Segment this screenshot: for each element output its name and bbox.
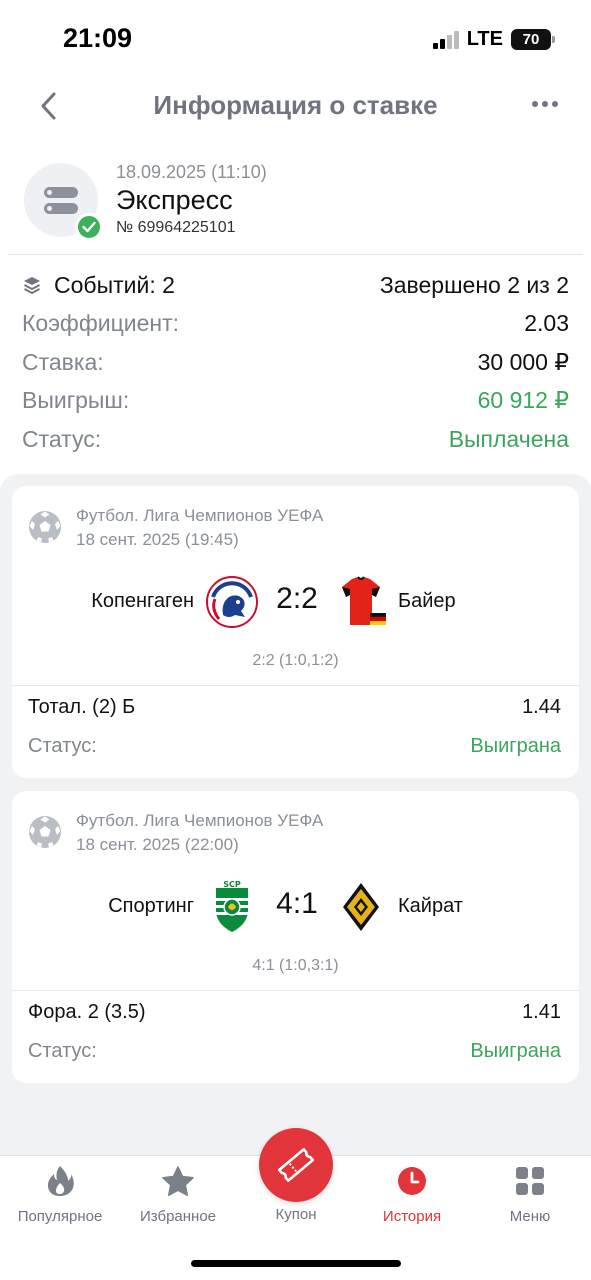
home-indicator bbox=[191, 1260, 401, 1267]
tab-label: История bbox=[382, 1208, 442, 1225]
win-row: Выигрыш: 60 912 ₽ bbox=[22, 382, 569, 421]
divider bbox=[12, 685, 579, 686]
event-status-label: Статус: bbox=[28, 735, 97, 757]
page-title: Информация о ставке bbox=[153, 90, 438, 120]
grid-icon bbox=[513, 1164, 547, 1198]
status-time: 21:09 bbox=[63, 23, 133, 53]
more-dots-icon bbox=[532, 101, 538, 107]
more-button[interactable] bbox=[527, 92, 563, 116]
bet-market: Тотал. (2) Б bbox=[28, 696, 136, 718]
battery-icon: 70 bbox=[511, 29, 555, 50]
win-label: Выигрыш: bbox=[22, 387, 130, 414]
event-card[interactable]: Футбол. Лига Чемпионов УЕФА 18 сент. 202… bbox=[12, 486, 579, 778]
bet-number: № 69964225101 bbox=[116, 219, 236, 236]
tab-coupon[interactable] bbox=[259, 1128, 333, 1202]
clock-icon bbox=[395, 1164, 429, 1198]
tab-menu[interactable]: Меню bbox=[471, 1164, 589, 1236]
divider bbox=[12, 990, 579, 991]
events-list: Футбол. Лига Чемпионов УЕФА 18 сент. 202… bbox=[0, 474, 591, 1156]
bet-market: Фора. 2 (3.5) bbox=[28, 1001, 146, 1023]
coefficient-value: 2.03 bbox=[524, 310, 569, 337]
star-icon bbox=[161, 1164, 195, 1198]
event-card[interactable]: Футбол. Лига Чемпионов УЕФА 18 сент. 202… bbox=[12, 791, 579, 1083]
completed-count: Завершено 2 из 2 bbox=[379, 271, 569, 298]
events-row: Событий: 2 Завершено 2 из 2 bbox=[22, 266, 569, 305]
bet-odds: 1.41 bbox=[522, 1001, 561, 1023]
event-status-value: Выиграна bbox=[470, 735, 561, 757]
bet-odds: 1.44 bbox=[522, 696, 561, 718]
status-value: Выплачена bbox=[448, 425, 569, 452]
tab-label: Избранное bbox=[139, 1208, 217, 1225]
league-name: Футбол. Лига Чемпионов УЕФА bbox=[76, 506, 324, 525]
flame-icon bbox=[43, 1164, 77, 1198]
match-row: Спортинг SCP 4:1 Кайрат bbox=[12, 877, 579, 937]
win-value: 60 912 ₽ bbox=[477, 387, 569, 414]
layers-icon bbox=[24, 277, 40, 295]
leverkusen-shirt-icon bbox=[342, 576, 386, 625]
header: Информация о ставке bbox=[0, 80, 591, 132]
divider bbox=[8, 254, 583, 255]
coefficient-label: Коэффициент: bbox=[22, 310, 180, 337]
event-status-value: Выиграна bbox=[470, 1040, 561, 1062]
away-team: Байер bbox=[398, 590, 456, 612]
bet-date: 18.09.2025 (11:10) bbox=[116, 162, 267, 182]
match-score: 4:1 bbox=[276, 887, 318, 920]
match-row: Копенгаген 2:2 Байер bbox=[12, 572, 579, 632]
events-count: Событий: 2 bbox=[54, 271, 175, 298]
soccer-ball-icon bbox=[29, 511, 61, 543]
status-indicators: LTE 70 bbox=[432, 28, 555, 51]
home-team: Копенгаген bbox=[91, 590, 194, 612]
status-label: Статус: bbox=[22, 425, 102, 452]
tab-favorites[interactable]: Избранное bbox=[119, 1164, 237, 1236]
league-name: Футбол. Лига Чемпионов УЕФА bbox=[76, 811, 324, 830]
match-score: 2:2 bbox=[276, 582, 318, 615]
svg-text:SCP: SCP bbox=[223, 880, 241, 889]
coefficient-row: Коэффициент: 2.03 bbox=[22, 305, 569, 344]
ticket-icon bbox=[277, 1148, 315, 1182]
sporting-logo-icon: SCP bbox=[216, 880, 248, 932]
check-icon bbox=[75, 213, 103, 241]
stake-row: Ставка: 30 000 ₽ bbox=[22, 343, 569, 382]
soccer-ball-icon bbox=[29, 816, 61, 848]
status-bar: 21:09 LTE 70 bbox=[0, 0, 591, 80]
tab-history[interactable]: История bbox=[353, 1164, 471, 1236]
home-team: Спортинг bbox=[108, 895, 194, 917]
network-label: LTE bbox=[466, 28, 503, 50]
bet-header: 18.09.2025 (11:10) Экспресс № 6996422510… bbox=[0, 160, 591, 255]
signal-icon bbox=[432, 30, 459, 49]
kairat-logo-icon bbox=[343, 883, 379, 931]
copenhagen-logo-icon bbox=[206, 576, 258, 628]
match-date: 18 сент. 2025 (19:45) bbox=[76, 530, 239, 549]
bet-type: Экспресс bbox=[116, 185, 233, 215]
match-date: 18 сент. 2025 (22:00) bbox=[76, 835, 239, 854]
bet-summary: Событий: 2 Завершено 2 из 2 Коэффициент:… bbox=[22, 266, 569, 459]
event-status-label: Статус: bbox=[28, 1040, 97, 1062]
away-team: Кайрат bbox=[398, 895, 463, 917]
period-score: 4:1 (1:0,3:1) bbox=[252, 957, 339, 974]
tab-label: Популярное bbox=[17, 1208, 103, 1225]
stake-label: Ставка: bbox=[22, 348, 104, 375]
tab-popular[interactable]: Популярное bbox=[1, 1164, 119, 1236]
period-score: 2:2 (1:0,1:2) bbox=[252, 652, 339, 669]
tab-label: Купон bbox=[275, 1206, 317, 1223]
status-row: Статус: Выплачена bbox=[22, 420, 569, 459]
stake-value: 30 000 ₽ bbox=[477, 348, 569, 375]
tab-label: Меню bbox=[509, 1208, 551, 1225]
